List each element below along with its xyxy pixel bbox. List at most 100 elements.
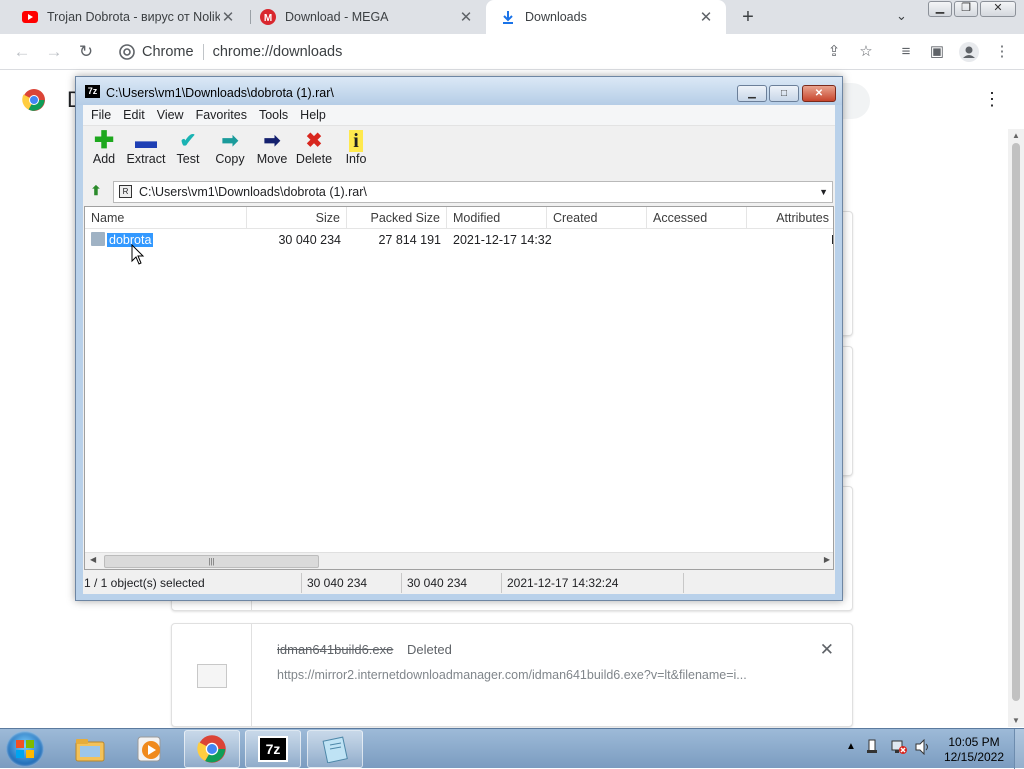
explorer-taskbar-button[interactable] <box>62 730 118 768</box>
chrome-menu-icon[interactable]: ⋮ <box>992 42 1012 62</box>
network-icon[interactable] <box>890 739 908 758</box>
column-packed-size[interactable]: Packed Size <box>347 207 447 229</box>
status-size: 30 040 234 <box>307 576 368 590</box>
new-tab-button[interactable]: + <box>737 6 759 28</box>
profile-icon[interactable] <box>959 42 979 62</box>
tab-downloads[interactable]: Downloads ✕ <box>486 0 726 34</box>
move-button[interactable]: ➡ Move <box>251 130 293 166</box>
reload-icon[interactable]: ↻ <box>74 40 98 64</box>
horizontal-scrollbar[interactable]: ◀ ||| ▶ <box>85 552 833 569</box>
show-desktop-button[interactable] <box>1014 729 1024 769</box>
scroll-thumb[interactable] <box>1012 143 1020 701</box>
window-title: C:\Users\vm1\Downloads\dobrota (1).rar\ <box>106 86 334 100</box>
path-combobox[interactable]: R C:\Users\vm1\Downloads\dobrota (1).rar… <box>113 181 833 203</box>
media-player-taskbar-button[interactable] <box>122 730 178 768</box>
toolbar: ✚ Add ▬ Extract ✔ Test ➡ Copy ➡ Move ✖ D… <box>83 125 835 179</box>
column-created[interactable]: Created <box>547 207 647 229</box>
file-icon <box>197 664 227 688</box>
forward-icon[interactable]: → <box>42 40 66 64</box>
menu-file[interactable]: File <box>91 108 111 122</box>
test-label: Test <box>176 152 200 166</box>
volume-icon[interactable] <box>914 738 932 758</box>
scroll-thumb[interactable]: ||| <box>104 555 319 568</box>
chrome-taskbar-button[interactable] <box>184 730 240 768</box>
notepad-icon <box>322 736 348 763</box>
side-panel-icon[interactable]: ▣ <box>927 42 947 62</box>
more-actions-icon[interactable]: ⋮ <box>983 89 1001 110</box>
scroll-left-arrow-icon[interactable]: ◀ <box>90 555 96 564</box>
7zip-icon: 7z <box>258 736 288 762</box>
column-attributes[interactable]: Attributes <box>747 207 833 229</box>
bookmark-star-icon[interactable]: ☆ <box>856 42 876 62</box>
scroll-right-arrow-icon[interactable]: ▶ <box>824 555 830 564</box>
table-row[interactable]: dobrota 30 040 234 27 814 191 2021-12-17… <box>85 231 833 249</box>
sevenzip-logo-icon: 7z <box>85 85 100 98</box>
7zip-taskbar-button[interactable]: 7z <box>245 730 301 768</box>
menu-edit[interactable]: Edit <box>123 108 145 122</box>
notepad-taskbar-button[interactable] <box>307 730 363 768</box>
restore-window-button[interactable]: ❐ <box>954 1 978 17</box>
omnibox-divider <box>202 44 204 60</box>
show-hidden-icons[interactable]: ▲ <box>846 741 856 752</box>
download-filename[interactable]: idman641build6.exe <box>277 642 393 657</box>
maximize-button[interactable]: □ <box>769 85 799 102</box>
tab-mega[interactable]: M Download - MEGA ✕ <box>246 0 486 34</box>
column-size[interactable]: Size <box>247 207 347 229</box>
column-modified[interactable]: Modified <box>447 207 547 229</box>
system-clock[interactable]: 10:05 PM 12/15/2022 <box>938 735 1010 765</box>
download-url[interactable]: https://mirror2.internetdownloadmanager.… <box>277 668 747 682</box>
info-icon: i <box>335 130 377 152</box>
scroll-up-arrow-icon[interactable]: ▲ <box>1012 131 1020 140</box>
test-icon: ✔ <box>179 130 197 152</box>
info-button[interactable]: i Info <box>335 130 377 166</box>
dropdown-arrow-icon[interactable]: ▼ <box>819 182 828 202</box>
close-tab-icon[interactable]: ✕ <box>458 8 474 26</box>
action-center-icon[interactable] <box>866 739 882 758</box>
status-modified: 2021-12-17 14:32:24 <box>507 576 619 590</box>
media-player-icon <box>137 736 161 762</box>
tab-search-icon[interactable]: ⌄ <box>896 8 907 24</box>
tab-strip: Trojan Dobrota - вирус от Nolik ✕ M Down… <box>0 0 1024 34</box>
row-packed-size: 27 814 191 <box>378 233 441 247</box>
add-icon: ✚ <box>93 127 115 154</box>
menu-favorites[interactable]: Favorites <box>196 108 247 122</box>
share-icon[interactable]: ⇪ <box>824 42 844 62</box>
minimize-button[interactable]: ▁ <box>737 85 767 102</box>
scroll-down-arrow-icon[interactable]: ▼ <box>1012 716 1020 725</box>
close-window-button[interactable]: ✕ <box>980 1 1016 17</box>
test-button[interactable]: ✔ Test <box>167 130 209 166</box>
column-accessed[interactable]: Accessed <box>647 207 747 229</box>
archive-icon: R <box>119 185 132 198</box>
extract-button[interactable]: ▬ Extract <box>125 130 167 167</box>
add-button[interactable]: ✚ Add <box>83 127 125 167</box>
tab-youtube[interactable]: Trojan Dobrota - вирус от Nolik ✕ <box>8 0 248 34</box>
status-divider <box>683 573 684 593</box>
parent-folder-icon[interactable]: ⬆ <box>88 183 104 199</box>
menu-view[interactable]: View <box>157 108 184 122</box>
sevenzip-titlebar[interactable]: 7z C:\Users\vm1\Downloads\dobrota (1).ra… <box>76 77 842 105</box>
remove-download-icon[interactable]: ✕ <box>820 640 834 660</box>
menu-help[interactable]: Help <box>300 108 326 122</box>
tab-title: Trojan Dobrota - вирус от Nolik <box>47 10 220 24</box>
column-name[interactable]: Name <box>85 207 247 229</box>
youtube-icon <box>22 9 38 25</box>
start-button[interactable] <box>6 731 44 767</box>
close-tab-icon[interactable]: ✕ <box>698 8 714 26</box>
menu-tools[interactable]: Tools <box>259 108 288 122</box>
close-button[interactable]: ✕ <box>802 85 836 102</box>
status-bar: 1 / 1 object(s) selected 30 040 234 30 0… <box>83 572 835 594</box>
back-icon[interactable]: ← <box>10 40 34 64</box>
file-list[interactable]: Name Size Packed Size Modified Created A… <box>84 206 834 570</box>
copy-button[interactable]: ➡ Copy <box>209 130 251 166</box>
close-tab-icon[interactable]: ✕ <box>220 8 236 26</box>
media-control-icon[interactable]: ≡ <box>896 42 916 62</box>
clock-time: 10:05 PM <box>948 735 1000 749</box>
page-scrollbar[interactable]: ▲ ▼ <box>1008 129 1024 727</box>
delete-button[interactable]: ✖ Delete <box>293 130 335 166</box>
address-bar[interactable]: Chrome chrome://downloads <box>110 37 890 67</box>
mouse-cursor-icon <box>131 243 145 269</box>
path-text: C:\Users\vm1\Downloads\dobrota (1).rar\ <box>139 185 367 199</box>
minimize-window-button[interactable]: ▁ <box>928 1 952 17</box>
url-text: chrome://downloads <box>212 44 343 60</box>
delete-icon: ✖ <box>305 130 323 152</box>
